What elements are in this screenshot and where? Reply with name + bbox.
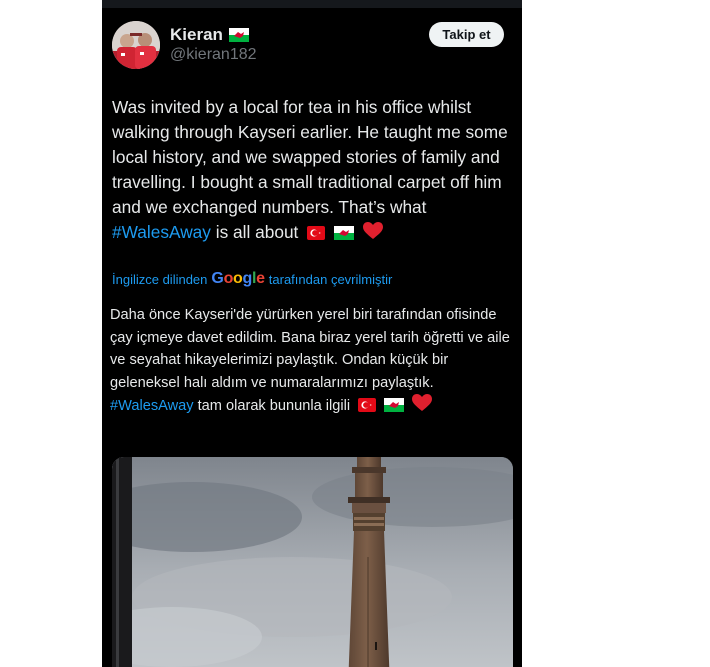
tweet-card: Kieran @kieran182 Takip et Was invited b… [102, 0, 522, 667]
wales-flag-icon [228, 28, 249, 42]
turkey-flag-icon [307, 226, 326, 240]
translation-suffix: tarafından çevrilmiştir [268, 271, 393, 287]
wales-flag-icon [384, 398, 405, 412]
red-heart-icon [362, 222, 383, 239]
follow-button[interactable]: Takip et [429, 22, 504, 47]
minaret-photo [112, 457, 513, 667]
tweet-text: Was invited by a local for tea in his of… [112, 95, 512, 245]
turkey-flag-icon [358, 398, 377, 412]
translated-text-body: Daha önce Kayseri'de yürürken yerel biri… [110, 307, 510, 391]
red-heart-icon [412, 394, 433, 411]
avatar-photo [112, 21, 160, 69]
hashtag-link[interactable]: #WalesAway [112, 222, 211, 242]
author-name[interactable]: Kieran [170, 25, 223, 45]
divider [102, 0, 522, 8]
translation-attribution[interactable]: İngilizce dilinden Google tarafından çev… [112, 270, 392, 288]
tweet-media-image[interactable] [112, 457, 513, 667]
avatar[interactable] [112, 21, 160, 69]
translated-text: Daha önce Kayseri'de yürürken yerel biri… [110, 304, 514, 418]
tweet-text-body: Was invited by a local for tea in his of… [112, 97, 508, 217]
author-handle[interactable]: @kieran182 [170, 46, 257, 64]
author-name-row: Kieran [170, 25, 249, 45]
tweet-text-tail: is all about [210, 222, 299, 242]
translation-prefix: İngilizce dilinden [112, 271, 208, 287]
translated-text-tail: tam olarak bununla ilgili [193, 398, 351, 414]
google-logo: Google [211, 270, 265, 287]
translated-hashtag-link[interactable]: #WalesAway [110, 398, 194, 414]
wales-flag-icon [333, 226, 354, 240]
